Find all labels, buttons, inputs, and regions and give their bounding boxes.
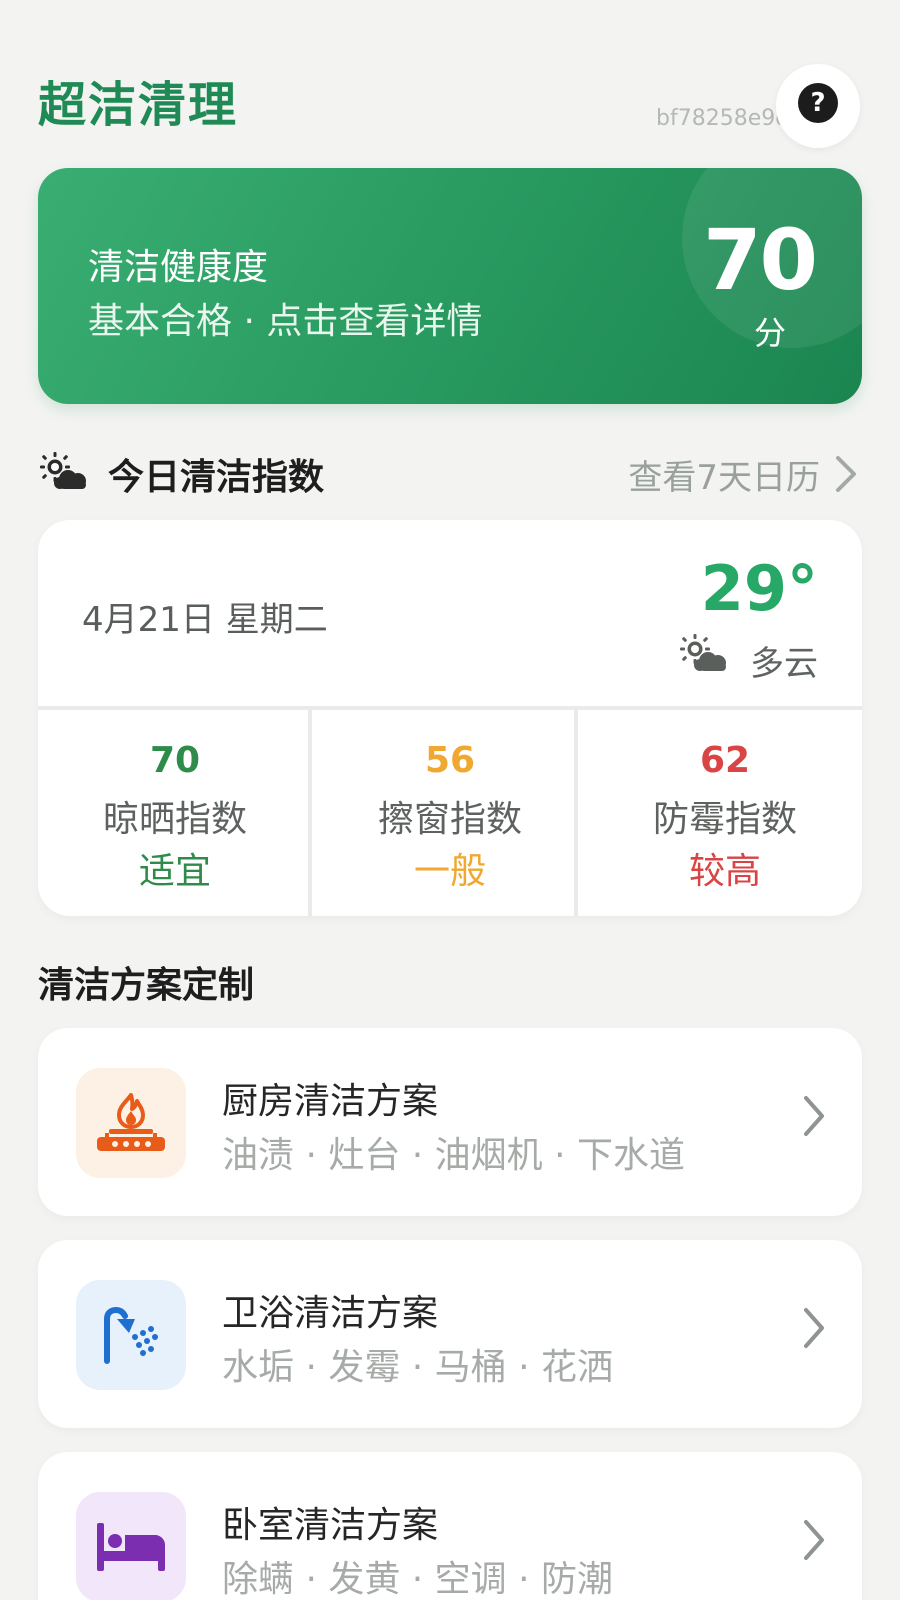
plan-icon-tile [76,1068,186,1178]
app-title: 超洁清理 [38,77,239,133]
weather-date: 4月21日 星期二 [82,600,328,640]
plan-tags: 水垢 · 发霉 · 马桶 · 花洒 [222,1347,613,1388]
chevron-right-icon [804,1096,824,1136]
index-value: 62 [699,740,751,781]
seven-day-calendar-link[interactable]: 查看7天日历 [628,450,820,499]
app-screen: 超洁清理 bf78258e9dd812c ? 清洁健康度 基本合格 · 点击查看… [0,0,900,1600]
divider [308,710,312,916]
plan-card-bedroom[interactable]: 卧室清洁方案 除螨 · 发黄 · 空调 · 防潮 [38,1452,862,1600]
index-drying[interactable]: 70 晾晒指数 适宜 [38,710,312,916]
plan-name: 厨房清洁方案 [222,1081,439,1122]
divider [574,710,578,916]
index-value: 70 [149,740,201,781]
index-name: 晾晒指数 [102,799,247,840]
index-name: 擦窗指数 [377,799,522,840]
weather-card: 4月21日 星期二 29° 多云 70 晾晒指数 适宜 56 擦窗指数 一般 6… [38,520,862,916]
plans-section-title: 清洁方案定制 [38,965,255,1006]
help-button[interactable]: ? [776,64,860,148]
chevron-right-icon [804,1308,824,1348]
plan-card-bathroom[interactable]: 卫浴清洁方案 水垢 · 发霉 · 马桶 · 花洒 [38,1240,862,1428]
gas-stove-icon [97,1093,165,1151]
index-window-cleaning[interactable]: 56 擦窗指数 一般 [313,710,587,916]
plan-icon-tile [76,1280,186,1390]
weather-temperature: 29° [700,552,818,625]
weather-condition: 多云 [750,644,818,684]
health-card[interactable]: 清洁健康度 基本合格 · 点击查看详情 70 分 [38,168,862,404]
today-index-header: 今日清洁指数 查看7天日历 [38,448,862,498]
index-level: 一般 [413,851,486,892]
health-score: 70 [703,211,818,309]
chevron-right-icon [804,1520,824,1560]
bed-icon [97,1523,165,1571]
index-value: 56 [424,740,476,781]
plan-tags: 除螨 · 发黄 · 空调 · 防潮 [222,1559,613,1600]
chevron-right-icon [836,456,856,492]
health-subtitle: 基本合格 · 点击查看详情 [88,301,483,342]
health-score-unit: 分 [753,314,786,352]
plan-card-kitchen[interactable]: 厨房清洁方案 油渍 · 灶台 · 油烟机 · 下水道 [38,1028,862,1216]
plan-name: 卧室清洁方案 [222,1505,439,1546]
index-level: 较高 [688,851,761,892]
help-icon: ? [798,83,838,123]
health-title: 清洁健康度 [88,247,269,288]
plan-icon-tile [76,1492,186,1600]
index-mildew-prevention[interactable]: 62 防霉指数 较高 [588,710,862,916]
plan-name: 卫浴清洁方案 [222,1293,439,1334]
today-index-title: 今日清洁指数 [108,457,325,498]
shower-icon [104,1306,158,1364]
partly-cloudy-icon [680,634,726,671]
index-name: 防霉指数 [652,799,797,840]
plan-tags: 油渍 · 灶台 · 油烟机 · 下水道 [222,1135,685,1176]
index-level: 适宜 [138,851,211,892]
partly-cloudy-icon [40,452,86,489]
